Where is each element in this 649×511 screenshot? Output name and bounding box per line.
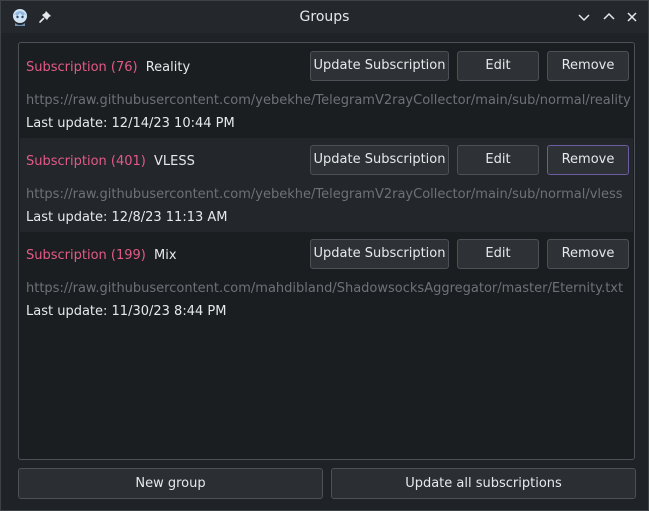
subscription-count-label: Subscription (76) — [26, 60, 138, 75]
last-update-text: Last update: 12/14/23 10:44 PM — [26, 116, 235, 131]
remove-button[interactable]: Remove — [547, 51, 629, 81]
group-row-mix: Subscription (199) Mix Update Subscripti… — [20, 232, 633, 326]
update-subscription-button[interactable]: Update Subscription — [310, 145, 449, 175]
group-name: Reality — [145, 60, 191, 75]
group-header: Subscription (401) VLESS — [26, 154, 195, 169]
group-header: Subscription (76) Reality — [26, 60, 190, 75]
subscription-url: https://raw.githubusercontent.com/yebekh… — [26, 93, 631, 108]
groups-window: Groups Subscription (76) Reality Update … — [0, 0, 649, 511]
group-header: Subscription (199) Mix — [26, 248, 177, 263]
title-bar[interactable]: Groups — [1, 1, 648, 33]
remove-button[interactable]: Remove — [547, 145, 629, 175]
update-all-subscriptions-button[interactable]: Update all subscriptions — [331, 468, 636, 499]
subscription-count-label: Subscription (199) — [26, 248, 146, 263]
remove-button[interactable]: Remove — [547, 239, 629, 269]
new-group-button[interactable]: New group — [18, 468, 323, 499]
chevron-down-icon[interactable] — [576, 9, 592, 25]
chevron-up-icon[interactable] — [601, 9, 617, 25]
group-row-vless: Subscription (401) VLESS Update Subscrip… — [20, 138, 633, 232]
update-subscription-button[interactable]: Update Subscription — [310, 51, 449, 81]
edit-button[interactable]: Edit — [457, 145, 539, 175]
last-update-text: Last update: 11/30/23 8:44 PM — [26, 304, 227, 319]
window-title: Groups — [299, 9, 350, 25]
subscription-url: https://raw.githubusercontent.com/yebekh… — [26, 187, 623, 202]
edit-button[interactable]: Edit — [457, 51, 539, 81]
edit-button[interactable]: Edit — [457, 239, 539, 269]
groups-list[interactable]: Subscription (76) Reality Update Subscri… — [18, 42, 635, 460]
subscription-count-label: Subscription (401) — [26, 154, 146, 169]
last-update-text: Last update: 12/8/23 11:13 AM — [26, 210, 228, 225]
group-name: VLESS — [154, 154, 195, 169]
close-icon[interactable] — [624, 9, 640, 25]
group-name: Mix — [154, 248, 177, 263]
subscription-url: https://raw.githubusercontent.com/mahdib… — [26, 281, 624, 296]
group-row-reality: Subscription (76) Reality Update Subscri… — [20, 44, 633, 138]
update-subscription-button[interactable]: Update Subscription — [310, 239, 449, 269]
